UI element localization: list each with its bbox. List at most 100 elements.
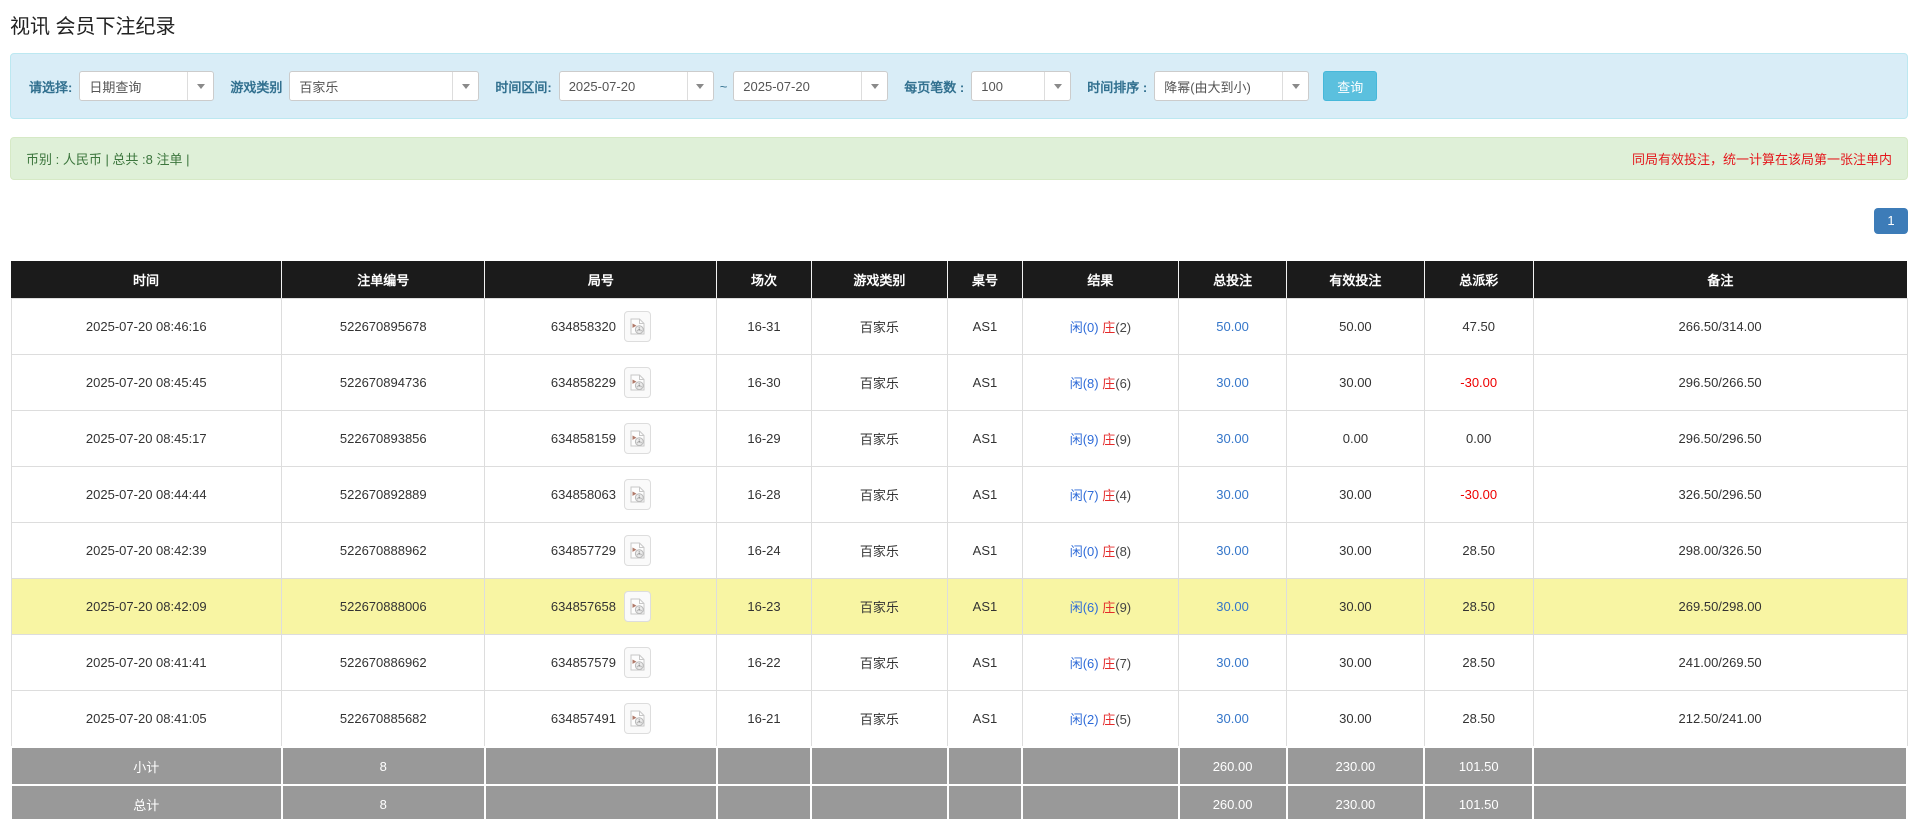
video-replay-button[interactable]	[623, 367, 651, 398]
cell-round: 634858063	[484, 466, 718, 523]
cell-bet-id: 522670892889	[281, 466, 486, 523]
video-replay-icon	[630, 598, 645, 615]
total-payout: 101.50	[1423, 784, 1535, 819]
header-result: 结果	[1022, 261, 1180, 299]
result-banker: 庄	[1102, 432, 1116, 447]
subtotal-total-bet: 260.00	[1177, 746, 1288, 786]
cell-remark: 269.50/298.00	[1532, 578, 1908, 635]
video-replay-icon	[630, 430, 645, 447]
cell-session: 16-23	[716, 578, 812, 635]
filter-bar: 请选择: 日期查询 游戏类别 百家乐 时间区间: 2025-07-20 ~ 20…	[10, 53, 1908, 119]
cell-remark: 296.50/266.50	[1532, 354, 1908, 411]
cell-total-bet: 30.00	[1178, 466, 1288, 523]
cell-payout: 28.50	[1423, 690, 1534, 748]
total-row: 总计 8 260.00 230.00 101.50	[10, 784, 1908, 819]
table-row: 2025-07-20 08:45:17 522670893856 634858159…	[10, 410, 1908, 467]
header-round-id: 局号	[484, 261, 718, 299]
cell-time: 2025-07-20 08:42:09	[10, 578, 283, 635]
video-replay-icon	[630, 710, 645, 727]
search-button[interactable]: 查询	[1323, 71, 1378, 101]
cell-session: 16-28	[716, 466, 812, 523]
chevron-down-icon	[870, 83, 879, 89]
cell-table-no: AS1	[947, 466, 1023, 523]
total-bet-link[interactable]: 50.00	[1216, 319, 1249, 334]
result-player: 闲(0)	[1069, 320, 1099, 335]
total-count: 8	[280, 784, 486, 819]
total-bet-link[interactable]: 30.00	[1216, 655, 1249, 670]
cell-table-no: AS1	[947, 410, 1023, 467]
total-bet-link[interactable]: 30.00	[1216, 487, 1249, 502]
round-id-group: 634858229	[551, 367, 651, 398]
cell-remark: 241.00/269.50	[1532, 634, 1908, 691]
header-total-bet: 总投注	[1178, 261, 1288, 299]
result-player: 闲(7)	[1069, 488, 1099, 503]
table-row: 2025-07-20 08:44:44 522670892889 634858063…	[10, 466, 1908, 523]
cell-session: 16-30	[716, 354, 812, 411]
date-from-select[interactable]: 2025-07-20	[558, 71, 714, 101]
cell-payout: 0.00	[1423, 410, 1534, 467]
video-replay-button[interactable]	[623, 591, 651, 622]
date-from-value: 2025-07-20	[568, 78, 636, 94]
video-replay-button[interactable]	[623, 423, 651, 454]
date-to-value: 2025-07-20	[743, 78, 810, 94]
cell-time: 2025-07-20 08:45:17	[10, 410, 283, 467]
cell-bet-id: 522670888962	[281, 522, 486, 579]
video-replay-button[interactable]	[623, 647, 651, 678]
cell-remark: 212.50/241.00	[1532, 690, 1908, 748]
total-empty	[1021, 784, 1180, 819]
table-header: 时间 注单编号 局号 场次 游戏类别 桌号 结果 总投注 有效投注 总派彩 备注	[11, 261, 1907, 299]
video-replay-icon	[630, 374, 645, 391]
video-replay-button[interactable]	[623, 535, 651, 566]
result-banker: 庄	[1102, 320, 1116, 335]
subtotal-empty	[810, 746, 949, 786]
cell-total-bet: 50.00	[1178, 298, 1288, 355]
result-banker-num: (2)	[1115, 320, 1132, 335]
cell-valid-bet: 30.00	[1286, 354, 1425, 411]
total-bet-link[interactable]: 30.00	[1216, 711, 1249, 726]
subtotal-valid-bet: 230.00	[1285, 746, 1426, 786]
chevron-down-icon	[1291, 83, 1300, 89]
game-category-select[interactable]: 百家乐	[289, 71, 480, 101]
total-empty	[1532, 784, 1908, 819]
video-replay-button[interactable]	[623, 311, 651, 342]
result-player: 闲(6)	[1069, 600, 1099, 615]
query-type-select[interactable]: 日期查询	[79, 71, 215, 101]
summary-bar: 币别 : 人民币 | 总共 :8 注单 | 同局有效投注，统一计算在该局第一张注…	[10, 137, 1908, 180]
cell-time: 2025-07-20 08:46:16	[10, 298, 283, 355]
result-banker: 庄	[1102, 544, 1116, 559]
total-empty	[715, 784, 813, 819]
cell-total-bet: 30.00	[1178, 690, 1288, 748]
round-id-group: 634858063	[551, 479, 651, 510]
video-replay-button[interactable]	[623, 703, 651, 734]
cell-remark: 296.50/296.50	[1532, 410, 1908, 467]
cell-result: 闲(8) 庄(6)	[1021, 354, 1180, 411]
header-valid-bet: 有效投注	[1286, 261, 1425, 299]
total-label: 总计	[10, 784, 283, 819]
pagination-top: 1	[10, 208, 1908, 234]
game-category-value: 百家乐	[299, 79, 339, 95]
time-sort-select[interactable]: 降幂(由大到小)	[1154, 71, 1310, 101]
video-replay-button[interactable]	[623, 479, 651, 510]
cell-time: 2025-07-20 08:45:45	[10, 354, 283, 411]
result-player: 闲(8)	[1069, 376, 1099, 391]
result-banker: 庄	[1102, 376, 1116, 391]
header-remark: 备注	[1533, 261, 1907, 299]
caret-box	[1282, 72, 1308, 100]
date-to-select[interactable]: 2025-07-20	[733, 71, 889, 101]
page-1-button[interactable]: 1	[1874, 208, 1908, 234]
total-bet-link[interactable]: 30.00	[1216, 431, 1249, 446]
caret-box	[452, 72, 478, 100]
round-id-group: 634858159	[551, 423, 651, 454]
page-size-select[interactable]: 100	[971, 71, 1072, 101]
total-bet-link[interactable]: 30.00	[1216, 599, 1249, 614]
result-player: 闲(9)	[1069, 432, 1099, 447]
total-bet-link[interactable]: 30.00	[1216, 375, 1249, 390]
cell-bet-id: 522670895678	[281, 298, 486, 355]
cell-bet-id: 522670888006	[281, 578, 486, 635]
cell-table-no: AS1	[947, 522, 1023, 579]
round-id: 634858320	[550, 319, 616, 334]
cell-game-category: 百家乐	[810, 466, 949, 523]
subtotal-row: 小计 8 260.00 230.00 101.50	[10, 746, 1908, 786]
total-bet-link[interactable]: 30.00	[1216, 543, 1249, 558]
cell-result: 闲(6) 庄(7)	[1021, 634, 1180, 691]
